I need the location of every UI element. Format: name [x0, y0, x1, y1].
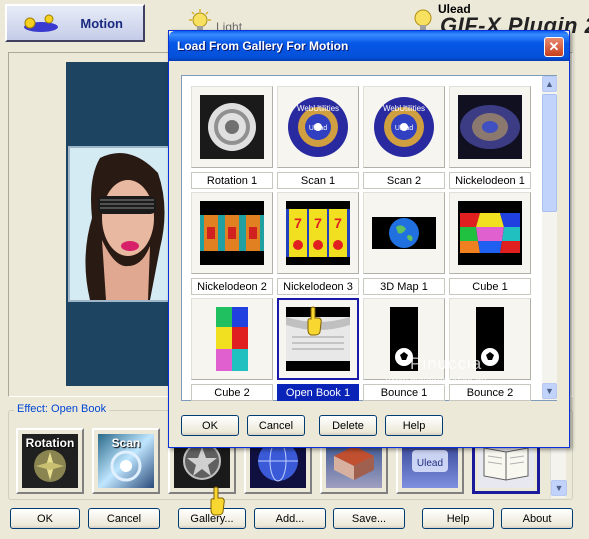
blurred-disc-thumb	[460, 105, 520, 149]
gallery-item-label: Nickelodeon 1	[449, 172, 531, 189]
gallery-item-label: Cube 1	[449, 278, 531, 295]
woman-portrait-image	[70, 148, 174, 300]
gallery-item-label: Nickelodeon 3	[277, 278, 359, 295]
gallery-grid: Rotation 1 WebUtilities Ulead Scan 1 WebU…	[181, 75, 557, 401]
gallery-thumb	[191, 86, 273, 168]
color-cube-thumb	[460, 213, 520, 253]
dialog-delete-button[interactable]: Delete	[319, 415, 377, 436]
save-button[interactable]: Save...	[333, 508, 405, 529]
gallery-item-label: Scan 2	[363, 172, 445, 189]
svg-text:WebUtilities: WebUtilities	[383, 104, 425, 113]
svg-text:7: 7	[334, 215, 342, 231]
gallery-item-scan-2[interactable]: WebUtilities Ulead Scan 2	[363, 86, 447, 192]
gallery-thumb	[191, 192, 273, 274]
slot-reels-thumb	[200, 215, 264, 251]
dialog-cancel-button[interactable]: Cancel	[247, 415, 305, 436]
svg-text:WebUtilities: WebUtilities	[297, 104, 339, 113]
help-button[interactable]: Help	[422, 508, 494, 529]
gallery-item-3d-map-1[interactable]: 3D Map 1	[363, 192, 447, 298]
gallery-thumb	[449, 192, 531, 274]
dialog-title: Load From Gallery For Motion	[177, 39, 349, 53]
gallery-thumb: 7 7 7	[277, 192, 359, 274]
gallery-thumb	[449, 86, 531, 168]
gallery-item-bounce-1[interactable]: Bounce 1	[363, 298, 447, 404]
gallery-item-bounce-2[interactable]: Bounce 2	[449, 298, 533, 404]
svg-text:7: 7	[314, 215, 322, 231]
svg-text:Ulead: Ulead	[395, 125, 413, 132]
slot-sevens-thumb: 7 7 7	[286, 209, 350, 257]
gallery-thumb: WebUtilities Ulead	[277, 86, 359, 168]
add-button[interactable]: Add...	[254, 508, 326, 529]
gallery-item-label: 3D Map 1	[363, 278, 445, 295]
effect-label: Effect: Open Book	[14, 403, 110, 415]
gallery-item-label: Rotation 1	[191, 172, 273, 189]
svg-text:7: 7	[294, 215, 302, 231]
close-icon[interactable]: ✕	[544, 37, 564, 57]
dialog-ok-button[interactable]: OK	[181, 415, 239, 436]
tab-motion-label: Motion	[80, 15, 123, 31]
earth-globe-thumb	[372, 217, 436, 249]
scroll-up-icon[interactable]: ▲	[542, 76, 557, 92]
gallery-item-label: Open Book 1	[277, 384, 359, 401]
pointing-hand-cursor-icon	[210, 486, 225, 516]
gallery-thumb: WebUtilities Ulead	[363, 86, 445, 168]
gallery-scrollbar[interactable]: ▲ ▼	[542, 76, 557, 400]
gallery-item-cube-1[interactable]: Cube 1	[449, 192, 533, 298]
gallery-item-cube-2[interactable]: Cube 2	[191, 298, 275, 404]
rotation-swirl-thumb	[208, 103, 256, 151]
scroll-down-icon[interactable]: ▼	[542, 383, 557, 399]
motion-icon	[24, 14, 58, 32]
strip-thumb-title: Rotation	[25, 436, 75, 450]
gallery-item-scan-1[interactable]: WebUtilities Ulead Scan 1	[277, 86, 361, 192]
scrollbar-thumb[interactable]	[542, 94, 557, 212]
gallery-item-rotation-1[interactable]: Rotation 1	[191, 86, 275, 192]
webutilities-disc-thumb: WebUtilities Ulead	[374, 97, 434, 157]
watermark-name: Pinuccia	[410, 354, 483, 373]
cancel-button[interactable]: Cancel	[88, 508, 160, 529]
gallery-item-label: Nickelodeon 2	[191, 278, 273, 295]
about-button[interactable]: About	[501, 508, 573, 529]
scroll-down-icon[interactable]: ▼	[551, 480, 567, 496]
strip-thumb-rotation[interactable]: Rotation	[16, 428, 84, 494]
preview-photo	[68, 146, 176, 302]
webutilities-disc-thumb: WebUtilities Ulead	[288, 97, 348, 157]
pointing-hand-cursor-icon	[307, 306, 322, 336]
dialog-help-button[interactable]: Help	[385, 415, 443, 436]
gallery-item-label: Cube 2	[191, 384, 273, 401]
gallery-item-nickelodeon-2[interactable]: Nickelodeon 2	[191, 192, 275, 298]
gallery-thumb	[363, 192, 445, 274]
gallery-thumb	[191, 298, 273, 380]
gallery-item-nickelodeon-1[interactable]: Nickelodeon 1	[449, 86, 533, 192]
load-gallery-dialog: Load From Gallery For Motion ✕ Rotation …	[168, 30, 570, 448]
gallery-item-nickelodeon-3[interactable]: 7 7 7 Nickelodeon 3	[277, 192, 361, 298]
svg-text:Ulead: Ulead	[309, 125, 327, 132]
tab-motion[interactable]: Motion	[5, 4, 145, 42]
watermark-url: www.maidiregrafica.eu	[386, 376, 487, 387]
strip-thumb-scan[interactable]: Scan	[92, 428, 160, 494]
dialog-titlebar[interactable]: Load From Gallery For Motion ✕	[169, 31, 569, 61]
gallery-item-open-book-1[interactable]: Open Book 1	[277, 298, 361, 404]
gallery-item-label: Scan 1	[277, 172, 359, 189]
ok-button[interactable]: OK	[10, 508, 80, 529]
color-column-thumb	[216, 307, 248, 371]
strip-thumb-title: Scan	[111, 436, 141, 450]
svg-text:Ulead: Ulead	[417, 458, 443, 469]
